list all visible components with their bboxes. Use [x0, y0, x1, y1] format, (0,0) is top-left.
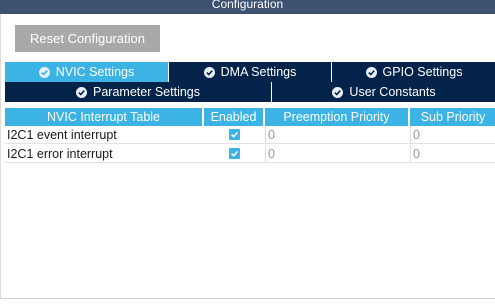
enabled-checkbox[interactable]: [229, 129, 240, 140]
check-circle-icon: [203, 66, 215, 78]
checkmark-icon: [231, 150, 239, 157]
tab-label: User Constants: [349, 85, 436, 99]
interrupt-name: I2C1 error interrupt: [7, 146, 113, 161]
configuration-panel: Reset Configuration NVIC Settings DMA Se…: [0, 14, 495, 298]
tab-nvic-settings[interactable]: NVIC Settings: [5, 62, 169, 82]
window-title: Configuration: [211, 0, 284, 11]
tab-label: DMA Settings: [220, 65, 297, 79]
preemption-priority-field[interactable]: 0: [265, 145, 410, 162]
tab-label: GPIO Settings: [382, 65, 463, 79]
sub-priority-field[interactable]: 0: [410, 145, 495, 162]
tab-parameter-settings[interactable]: Parameter Settings: [5, 82, 272, 102]
tab-gpio-settings[interactable]: GPIO Settings: [332, 62, 495, 82]
tab-user-constants[interactable]: User Constants: [272, 82, 495, 102]
check-circle-icon: [76, 86, 87, 98]
sub-priority-field[interactable]: 0: [410, 126, 495, 143]
window-title-bar: Configuration: [0, 0, 495, 14]
column-header-nvic-interrupt-table[interactable]: NVIC Interrupt Table: [5, 108, 204, 126]
table-row[interactable]: I2C1 event interrupt 0 0: [5, 126, 495, 144]
enabled-cell: [204, 145, 265, 162]
column-header-preemption-priority[interactable]: Preemption Priority: [265, 108, 410, 126]
preemption-priority-field[interactable]: 0: [265, 126, 410, 143]
tab-label: Parameter Settings: [93, 85, 200, 99]
tab-label: NVIC Settings: [55, 65, 135, 79]
enabled-checkbox[interactable]: [229, 148, 240, 159]
column-header-sub-priority[interactable]: Sub Priority: [410, 108, 495, 126]
check-circle-icon: [38, 66, 50, 78]
tab-dma-settings[interactable]: DMA Settings: [169, 62, 332, 82]
enabled-cell: [204, 126, 265, 143]
check-circle-icon: [332, 86, 344, 98]
column-header-enabled[interactable]: Enabled: [204, 108, 265, 126]
reset-configuration-button[interactable]: Reset Configuration: [15, 25, 160, 52]
table-row[interactable]: I2C1 error interrupt 0 0: [5, 145, 495, 163]
checkmark-icon: [231, 131, 239, 138]
interrupt-name: I2C1 event interrupt: [7, 127, 117, 142]
check-circle-icon: [365, 66, 377, 78]
panel-bottom-divider: [0, 298, 495, 299]
